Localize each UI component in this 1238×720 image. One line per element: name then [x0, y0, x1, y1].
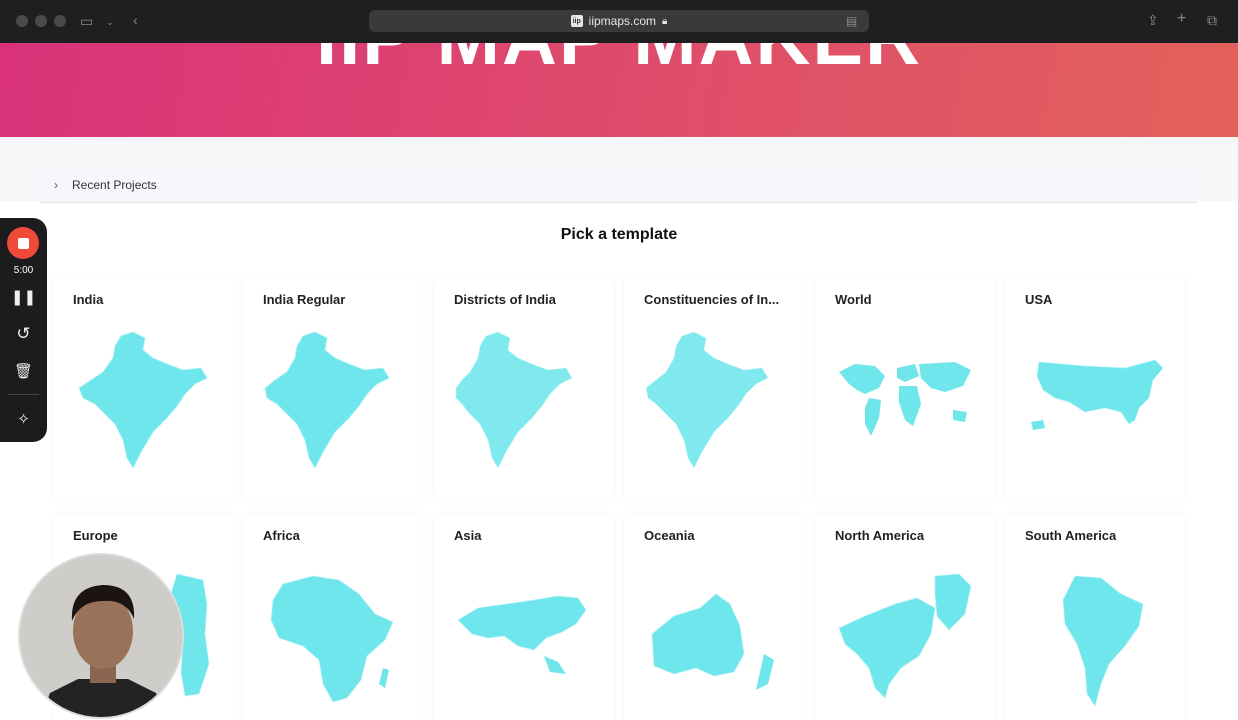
new-tab-icon[interactable]: + — [1177, 11, 1186, 27]
south-america-map-thumbnail — [1062, 575, 1144, 707]
pause-icon[interactable]: ❚❚ — [0, 288, 47, 306]
recording-timer: 5:00 — [13, 265, 34, 276]
template-name: Africa — [263, 528, 300, 543]
template-name: South America — [1025, 528, 1117, 543]
presenter-avatar — [20, 555, 182, 717]
section-title: Pick a template — [560, 226, 678, 243]
template-name: World — [835, 292, 872, 307]
template-card-india-regular[interactable]: India Regular — [243, 278, 423, 498]
reader-mode-icon[interactable]: ▤ — [846, 14, 857, 28]
template-card-india[interactable]: India — [53, 278, 233, 498]
india-map-thumbnail — [78, 331, 208, 469]
hero-title: IIP MAP MAKER — [0, 43, 1238, 82]
template-card-africa[interactable]: Africa — [243, 514, 423, 720]
chevron-right-icon: › — [54, 178, 58, 192]
hero-banner: IIP MAP MAKER — [0, 43, 1238, 137]
back-arrow-icon[interactable]: ‹ — [133, 13, 138, 27]
screen-recorder-panel: 5:00 ❚❚ ↺ 🗑︎ ✧ — [0, 218, 47, 442]
oceania-map-thumbnail — [651, 593, 774, 690]
template-card-asia[interactable]: Asia — [434, 514, 614, 720]
web-page: IIP MAP MAKER › Recent Projects Pick a t… — [0, 43, 1238, 720]
stop-recording-button[interactable] — [7, 227, 39, 259]
template-name: India — [73, 292, 104, 307]
magic-wand-icon[interactable]: ✧ — [0, 410, 47, 428]
recent-projects-label: Recent Projects — [72, 178, 157, 192]
template-name: Asia — [454, 528, 482, 543]
stop-icon — [17, 237, 29, 249]
africa-map-thumbnail — [270, 575, 394, 703]
browser-toolbar: ▭ ⌄ ‹ iip iipmaps.com 🔒︎ ▤ ⇪ + ⧉ — [0, 0, 1238, 43]
template-card-oceania[interactable]: Oceania — [624, 514, 804, 720]
restart-icon[interactable]: ↺ — [0, 324, 47, 344]
template-name: North America — [835, 528, 925, 543]
tab-overview-icon[interactable]: ⧉ — [1207, 13, 1217, 27]
separator — [8, 394, 39, 395]
template-card-world[interactable]: World — [815, 278, 995, 498]
chevron-down-icon[interactable]: ⌄ — [106, 15, 114, 29]
template-name: Constituencies of In... — [644, 292, 780, 307]
asia-map-thumbnail — [457, 595, 587, 674]
lock-icon: 🔒︎ — [662, 15, 668, 27]
template-card-districts-of-india[interactable]: Districts of India — [434, 278, 614, 498]
sidebar-toggle-icon[interactable]: ▭ — [80, 14, 93, 28]
template-card-constituencies-of-india[interactable]: Constituencies of In... — [624, 278, 804, 498]
india-regular-map-thumbnail — [264, 331, 390, 469]
zoom-window-button[interactable] — [54, 15, 66, 27]
recent-projects-toggle[interactable]: › Recent Projects — [40, 168, 1198, 203]
constituencies-map-thumbnail — [645, 331, 769, 469]
template-name: Oceania — [644, 528, 695, 543]
url-text: iipmaps.com — [588, 14, 657, 28]
trash-icon[interactable]: 🗑︎ — [0, 362, 47, 380]
address-bar[interactable]: iip iipmaps.com 🔒︎ — [369, 10, 869, 32]
template-name: Districts of India — [454, 292, 556, 307]
site-favicon-icon: iip — [570, 15, 583, 27]
template-name: USA — [1025, 292, 1053, 307]
webcam-overlay[interactable] — [18, 553, 184, 719]
template-name: Europe — [73, 528, 118, 543]
districts-map-thumbnail — [455, 331, 573, 469]
usa-map-thumbnail — [1031, 359, 1164, 430]
north-america-map-thumbnail — [838, 573, 972, 699]
close-window-button[interactable] — [16, 15, 28, 27]
template-card-usa[interactable]: USA — [1005, 278, 1185, 498]
template-card-north-america[interactable]: North America — [815, 514, 995, 720]
template-name: India Regular — [263, 292, 346, 307]
share-icon[interactable]: ⇪ — [1147, 13, 1159, 27]
template-card-south-america[interactable]: South America — [1005, 514, 1185, 720]
minimize-window-button[interactable] — [35, 15, 47, 27]
world-map-thumbnail — [839, 362, 971, 436]
